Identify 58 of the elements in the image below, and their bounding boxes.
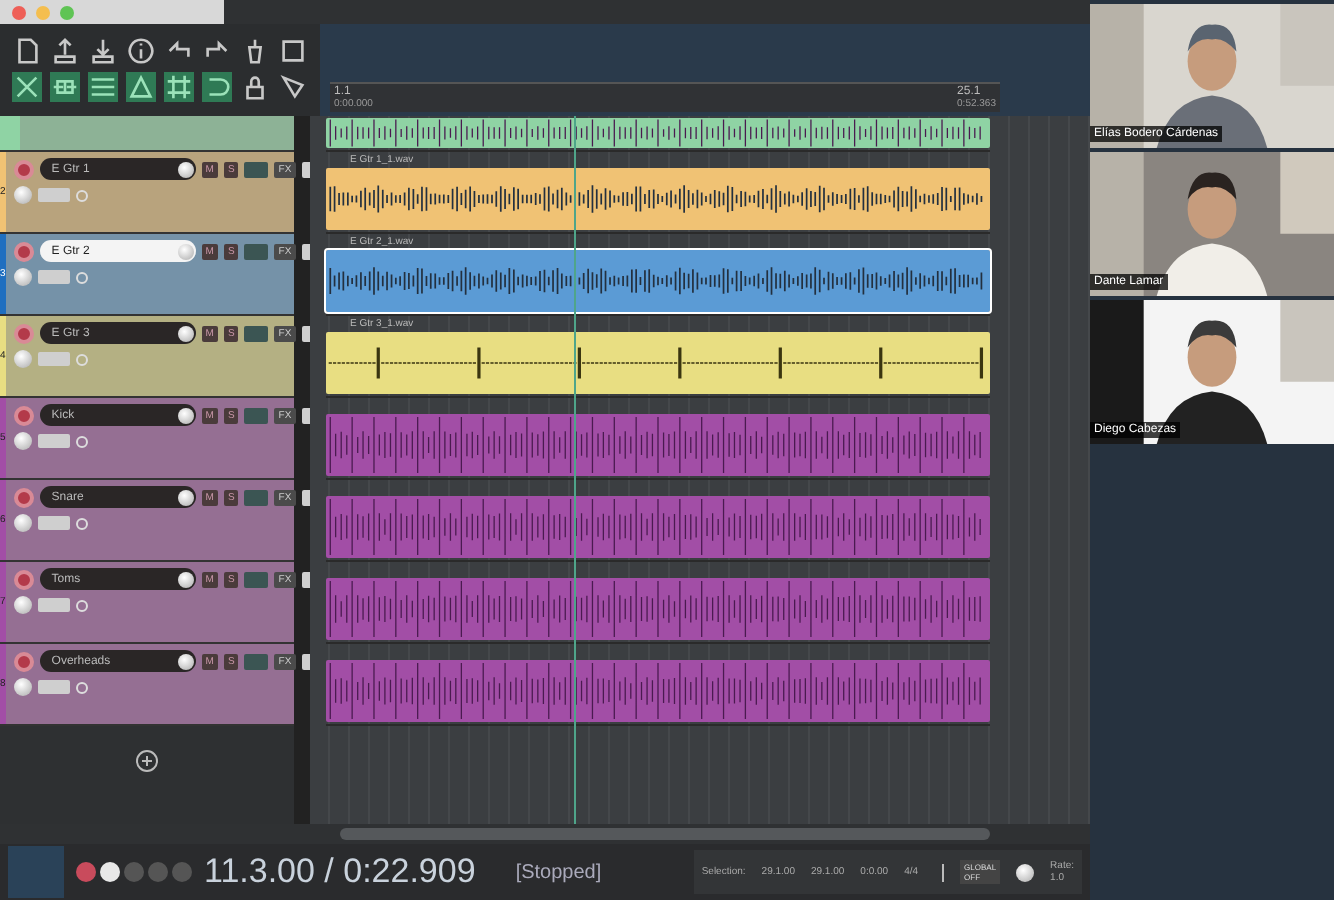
phase-button[interactable] [75, 271, 88, 283]
envelope-button[interactable] [37, 516, 70, 530]
phase-button[interactable] [75, 435, 88, 447]
upload-icon[interactable] [50, 36, 80, 66]
download-icon[interactable] [88, 36, 118, 66]
master-knob[interactable] [1016, 863, 1035, 881]
track-header[interactable] [0, 116, 294, 152]
info-icon[interactable] [126, 36, 156, 66]
record-arm-button[interactable] [13, 405, 34, 425]
routing-button[interactable] [244, 243, 269, 259]
volume-knob[interactable] [13, 678, 32, 696]
routing-button[interactable] [244, 161, 269, 177]
pause-button[interactable] [172, 862, 192, 882]
pan-knob[interactable] [177, 325, 194, 341]
video-thumbnail [8, 846, 64, 898]
routing-button[interactable] [244, 489, 269, 505]
record-arm-button[interactable] [13, 569, 34, 589]
pan-knob[interactable] [177, 489, 194, 505]
envelope-button[interactable] [37, 680, 70, 694]
file-icon[interactable] [12, 36, 42, 66]
stop-button[interactable] [148, 862, 168, 882]
lock-icon[interactable] [240, 72, 270, 102]
routing-button[interactable] [244, 653, 269, 669]
record-arm-button[interactable] [13, 241, 34, 261]
media-item[interactable] [326, 332, 990, 394]
pan-knob[interactable] [177, 407, 194, 423]
envelope-button[interactable] [37, 598, 70, 612]
close-button[interactable] [12, 5, 26, 19]
phase-button[interactable] [75, 517, 88, 529]
horizontal-scrollbar[interactable] [340, 828, 990, 840]
pan-knob[interactable] [177, 161, 194, 177]
time-position: 11.3.00 / 0:22.909 [204, 852, 476, 892]
record-arm-button[interactable] [13, 651, 34, 671]
routing-button[interactable] [244, 407, 269, 423]
routing-button[interactable] [244, 571, 269, 587]
record-arm-button[interactable] [13, 323, 34, 343]
routing-button[interactable] [244, 325, 269, 341]
volume-knob[interactable] [13, 596, 32, 614]
record-arm-button[interactable] [13, 487, 34, 507]
phase-button[interactable] [75, 599, 88, 611]
pan-knob[interactable] [177, 571, 194, 587]
play-button[interactable] [100, 862, 120, 882]
record-arm-button[interactable] [13, 159, 34, 179]
pan-knob[interactable] [177, 653, 194, 669]
media-item[interactable] [326, 250, 990, 312]
volume-knob[interactable] [13, 432, 32, 450]
envelope-button[interactable] [37, 434, 70, 448]
phase-button[interactable] [75, 189, 88, 201]
volume-knob[interactable] [13, 186, 32, 204]
media-item[interactable] [326, 168, 990, 230]
envelope-button[interactable] [37, 270, 70, 284]
play-status: [Stopped] [515, 861, 602, 883]
volume-knob[interactable] [13, 268, 32, 286]
add-track-icon[interactable] [136, 750, 158, 772]
square-icon[interactable] [278, 36, 308, 66]
volume-knob[interactable] [13, 514, 32, 532]
phase-button[interactable] [75, 681, 88, 693]
volume-knob[interactable] [13, 350, 32, 368]
